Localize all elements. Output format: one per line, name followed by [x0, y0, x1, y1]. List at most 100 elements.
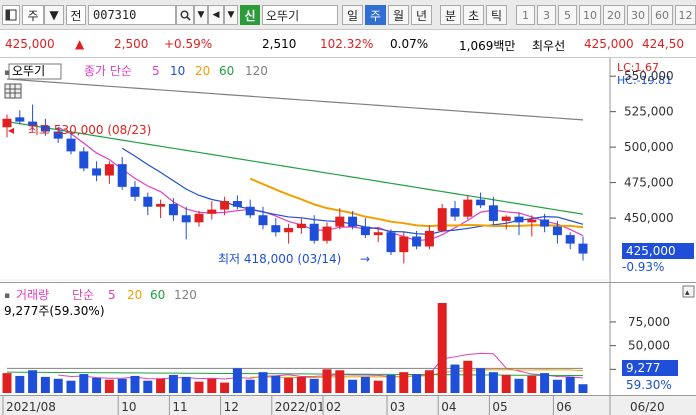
- candle-body: [207, 209, 217, 214]
- quote-change-pct: +0.59%: [164, 37, 213, 51]
- tab-tick[interactable]: 틱: [486, 5, 507, 25]
- ma-120-label: 120: [245, 64, 268, 78]
- stock-name-field[interactable]: 오뚜기: [262, 5, 338, 25]
- volume-tick-label: 75,000: [628, 315, 670, 329]
- volume-bar: [373, 380, 383, 393]
- high-annotation: 최고 530,000 (08/23): [28, 123, 151, 137]
- candle-body: [578, 243, 588, 254]
- interval-1[interactable]: 1: [516, 5, 535, 25]
- vol-ma-120-label: 120: [174, 288, 197, 302]
- tab-year[interactable]: 년: [411, 5, 432, 25]
- quote-bid: 424,50: [642, 37, 684, 51]
- x-axis-label: 11: [172, 400, 187, 414]
- volume-ma-label: 단순: [72, 288, 94, 302]
- chart-handle-icon: ▪: [4, 68, 10, 78]
- candle-body: [156, 203, 166, 207]
- x-axis-label: 05: [492, 400, 507, 414]
- volume-bar: [424, 370, 434, 393]
- market-dropdown-icon[interactable]: ▼: [44, 5, 64, 25]
- candle-body: [360, 226, 370, 236]
- candle-body: [399, 236, 409, 253]
- new-badge: 신: [240, 5, 260, 25]
- volume-current-box: 9,277: [626, 361, 660, 375]
- price-panel: 오뚜기 ▪ 종가 단순 5 10 20 60 120 LC:1.67 HC:-1…: [0, 58, 696, 282]
- tab-minute[interactable]: 분: [440, 5, 461, 25]
- x-axis-label: 04: [441, 400, 456, 414]
- candle-body: [476, 199, 486, 206]
- tab-month[interactable]: 월: [388, 5, 409, 25]
- price-tick-label: 500,000: [624, 140, 674, 154]
- candle-body: [501, 216, 511, 221]
- volume-bar: [130, 375, 140, 393]
- candle-body: [117, 164, 127, 187]
- interval-120[interactable]: 12: [675, 5, 696, 25]
- ma-10-label: 10: [170, 64, 185, 78]
- search-icon[interactable]: [176, 5, 194, 25]
- quote-change: 2,500: [114, 37, 149, 51]
- period-select[interactable]: 전: [66, 5, 86, 25]
- candle-body: [348, 216, 358, 227]
- speaker-dropdown-icon[interactable]: ▼: [224, 5, 238, 25]
- x-axis-label: 2022/01: [275, 400, 325, 414]
- volume-bar: [284, 377, 294, 393]
- interval-20[interactable]: 20: [603, 5, 625, 25]
- speaker-icon[interactable]: ◀: [208, 5, 224, 25]
- volume-bar: [104, 379, 114, 393]
- quote-volume: 2,510: [262, 37, 297, 51]
- candle-body: [424, 230, 434, 247]
- quote-tag: 최우선: [532, 39, 566, 53]
- tab-second[interactable]: 초: [463, 5, 484, 25]
- code-dropdown-icon[interactable]: ▼: [194, 5, 208, 25]
- candle-body: [168, 203, 178, 216]
- candle-body: [565, 235, 575, 244]
- candle-body: [335, 216, 345, 227]
- candle-body: [322, 226, 332, 241]
- volume-chart[interactable]: ▪ 거래량 단순 5 20 60 120 9,277주(59.30%) 75,0…: [0, 283, 696, 395]
- price-tick-label: 550,000: [624, 69, 674, 83]
- interval-60[interactable]: 60: [651, 5, 673, 25]
- window-menu-icon[interactable]: [2, 5, 20, 25]
- candle-body: [79, 151, 89, 169]
- candle-body: [373, 232, 383, 236]
- interval-5[interactable]: 5: [558, 5, 577, 25]
- volume-bar: [245, 379, 255, 393]
- volume-bar: [117, 378, 127, 393]
- x-axis-label: 2021/08: [6, 400, 56, 414]
- candle-body: [143, 196, 153, 207]
- price-ma-label: 종가 단순: [84, 64, 132, 78]
- candle-body: [450, 208, 460, 217]
- candle-body: [412, 236, 422, 247]
- candle-body: [130, 186, 140, 197]
- quote-ask: 425,000: [584, 37, 634, 51]
- volume-bar: [156, 378, 166, 393]
- interval-30[interactable]: 30: [627, 5, 649, 25]
- volume-bar: [28, 370, 38, 393]
- low-annotation: 최저 418,000 (03/14): [218, 252, 341, 266]
- tab-day[interactable]: 일: [342, 5, 363, 25]
- volume-bar: [168, 375, 178, 393]
- ma-5-label: 5: [152, 64, 160, 78]
- tab-week[interactable]: 주: [365, 5, 386, 25]
- candle-body: [488, 205, 498, 221]
- quote-volume-ratio: 102.32%: [320, 37, 374, 51]
- interval-10[interactable]: 10: [579, 5, 601, 25]
- volume-panel-collapse-icon[interactable]: ▴: [682, 285, 695, 298]
- current-price-box: 425,000: [626, 244, 676, 258]
- volume-bar: [463, 360, 473, 393]
- interval-3[interactable]: 3: [537, 5, 556, 25]
- table-toggle-icon[interactable]: [4, 83, 22, 99]
- volume-bar: [348, 379, 358, 393]
- candle-body: [527, 219, 537, 223]
- stock-code-input[interactable]: 007310: [88, 5, 176, 25]
- candle-body: [271, 225, 281, 233]
- price-chart[interactable]: 오뚜기 ▪ 종가 단순 5 10 20 60 120 LC:1.67 HC:-1…: [0, 58, 696, 282]
- quote-bar: 425,000 ▲ 2,500 +0.59% 2,510 102.32% 0.0…: [0, 30, 696, 58]
- market-select[interactable]: 주: [22, 5, 44, 25]
- x-axis-date-box: 06/20: [630, 400, 665, 414]
- candle-body: [284, 228, 294, 233]
- volume-bar: [309, 378, 319, 393]
- volume-bar: [271, 375, 281, 393]
- candle-body: [245, 206, 255, 216]
- candle-body: [386, 232, 396, 253]
- volume-bar: [220, 382, 230, 393]
